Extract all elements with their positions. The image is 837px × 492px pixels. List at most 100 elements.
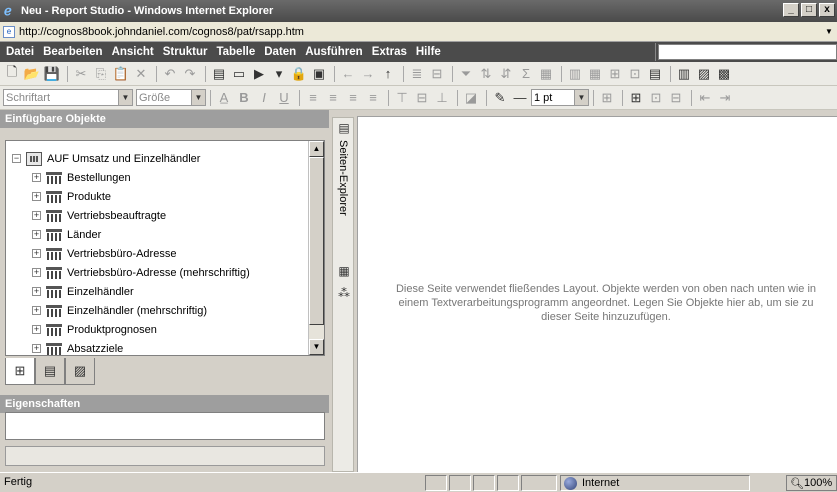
sort2-icon[interactable]: ⇵ — [497, 65, 515, 83]
tab-toolbox[interactable]: ▨ — [65, 358, 95, 385]
tree-root[interactable]: − AUF Umsatz und Einzelhändler — [12, 149, 200, 168]
swap-icon[interactable]: ⊞ — [606, 65, 624, 83]
tree-scrollbar[interactable]: ▲ ▼ — [308, 141, 324, 355]
filter-icon[interactable]: ⏷ — [457, 65, 475, 83]
merge-cells-icon[interactable]: ⊡ — [647, 89, 665, 107]
expand-icon[interactable]: + — [32, 306, 41, 315]
menu-ausfuehren[interactable]: Ausführen — [305, 46, 363, 58]
more-icon[interactable]: ▩ — [715, 65, 733, 83]
border-icon[interactable]: ⊞ — [598, 89, 616, 107]
delete-icon[interactable]: ✕ — [132, 65, 150, 83]
expand-icon[interactable]: + — [32, 325, 41, 334]
zoom-control[interactable]: 🔍︎ 100% — [786, 475, 837, 491]
menu-ansicht[interactable]: Ansicht — [112, 46, 154, 58]
line-style-icon[interactable]: — — [511, 89, 529, 107]
view-xml-icon[interactable]: ▭ — [230, 65, 248, 83]
new-icon[interactable]: 🗋 — [3, 64, 21, 83]
sum-icon[interactable]: Σ — [517, 65, 535, 83]
split-cells-icon[interactable]: ⊟ — [667, 89, 685, 107]
expand-icon[interactable]: + — [32, 287, 41, 296]
crosstab-icon[interactable]: ▦ — [586, 65, 604, 83]
properties-list[interactable] — [5, 412, 325, 440]
tree-item[interactable]: + Einzelhändler (mehrschriftig) — [32, 301, 207, 320]
sort-icon[interactable]: ⇅ — [477, 65, 495, 83]
report-canvas[interactable]: Diese Seite verwendet fließendes Layout.… — [357, 116, 837, 472]
copy-icon[interactable]: ⎘ — [92, 65, 110, 83]
address-dropdown-icon[interactable]: ▼ — [823, 25, 835, 38]
tree-item[interactable]: + Einzelhändler — [32, 282, 134, 301]
collapse-icon[interactable]: − — [12, 154, 21, 163]
chevron-down-icon[interactable]: ▼ — [191, 90, 205, 105]
scroll-up-icon[interactable]: ▲ — [309, 141, 324, 157]
save-icon[interactable]: 💾 — [43, 65, 61, 83]
close-button[interactable]: x — [819, 3, 835, 17]
expand-icon[interactable]: + — [32, 344, 41, 353]
justify-icon[interactable]: ≡ — [364, 89, 382, 107]
tree-item[interactable]: + Länder — [32, 225, 101, 244]
address-bar[interactable]: e http://cognos8book.johndaniel.com/cogn… — [0, 22, 837, 42]
align-left-icon[interactable]: ≡ — [304, 89, 322, 107]
address-url[interactable]: http://cognos8book.johndaniel.com/cognos… — [19, 26, 304, 38]
italic-icon[interactable]: I — [255, 89, 273, 107]
expand-icon[interactable]: + — [32, 173, 41, 182]
page-layout-icon[interactable]: ▣ — [310, 65, 328, 83]
expand-icon[interactable]: + — [32, 230, 41, 239]
chart-type-icon[interactable]: ▦ — [537, 65, 555, 83]
menu-struktur[interactable]: Struktur — [163, 46, 208, 58]
font-family-select[interactable]: Schriftart ▼ — [3, 89, 133, 106]
run-options-dropdown-icon[interactable]: ▾ — [270, 65, 288, 83]
line-width-select[interactable]: 1 pt ▼ — [531, 89, 589, 106]
forward-icon[interactable]: → — [359, 65, 377, 83]
maximize-button[interactable]: □ — [801, 3, 817, 17]
page-explorer-label[interactable]: Seiten-Explorer — [337, 140, 349, 216]
format-icon[interactable]: ▤ — [646, 65, 664, 83]
scroll-thumb[interactable] — [309, 157, 324, 325]
chart-icon[interactable]: ▥ — [675, 65, 693, 83]
align-right-icon[interactable]: ≡ — [344, 89, 362, 107]
underline-icon[interactable]: U — [275, 89, 293, 107]
view-sql-icon[interactable]: ▤ — [210, 65, 228, 83]
page-explorer-icon[interactable]: ▤ — [336, 121, 352, 137]
cut-icon[interactable]: ✂ — [72, 65, 90, 83]
run-report-icon[interactable]: ▶ — [250, 65, 268, 83]
font-color-icon[interactable]: A̲ — [215, 89, 233, 107]
tree-item[interactable]: + Vertriebsbüro-Adresse — [32, 244, 176, 263]
valign-bottom-icon[interactable]: ⊥ — [433, 89, 451, 107]
font-size-select[interactable]: Größe ▼ — [136, 89, 206, 106]
menu-extras[interactable]: Extras — [372, 46, 407, 58]
group-icon[interactable]: ≣ — [408, 65, 426, 83]
expand-icon[interactable]: + — [32, 192, 41, 201]
tree-item[interactable]: + Produktprognosen — [32, 320, 157, 339]
list-icon[interactable]: ▥ — [566, 65, 584, 83]
indent-icon[interactable]: ⇤ — [696, 89, 714, 107]
menu-tabelle[interactable]: Tabelle — [216, 46, 255, 58]
lock-icon[interactable]: 🔒 — [290, 65, 308, 83]
tab-data-items[interactable]: ▤ — [35, 358, 65, 385]
open-icon[interactable]: 📂 — [23, 65, 41, 83]
valign-middle-icon[interactable]: ⊟ — [413, 89, 431, 107]
expand-icon[interactable]: + — [32, 249, 41, 258]
paste-icon[interactable]: 📋 — [112, 65, 130, 83]
layout-icon[interactable]: ▨ — [695, 65, 713, 83]
pivot-icon[interactable]: ⊡ — [626, 65, 644, 83]
tree-item[interactable]: + Absatzziele — [32, 339, 123, 358]
menu-bearbeiten[interactable]: Bearbeiten — [43, 46, 102, 58]
expand-icon[interactable]: + — [32, 268, 41, 277]
table-icon[interactable]: ⊞ — [627, 89, 645, 107]
up-icon[interactable]: ↑ — [379, 65, 397, 83]
chevron-down-icon[interactable]: ▼ — [118, 90, 132, 105]
tree-item[interactable]: + Vertriebsbüro-Adresse (mehrschriftig) — [32, 263, 250, 282]
menu-datei[interactable]: Datei — [6, 46, 34, 58]
undo-icon[interactable]: ↶ — [161, 65, 179, 83]
tree-item[interactable]: + Vertriebsbeauftragte — [32, 206, 166, 225]
line-color-icon[interactable]: ✎ — [491, 89, 509, 107]
tree-item[interactable]: + Produkte — [32, 187, 111, 206]
menu-hilfe[interactable]: Hilfe — [416, 46, 441, 58]
menu-daten[interactable]: Daten — [264, 46, 296, 58]
align-center-icon[interactable]: ≡ — [324, 89, 342, 107]
expand-icon[interactable]: + — [32, 211, 41, 220]
redo-icon[interactable]: ↷ — [181, 65, 199, 83]
chevron-down-icon[interactable]: ▼ — [574, 90, 588, 105]
scroll-down-icon[interactable]: ▼ — [309, 339, 324, 355]
query-explorer-icon[interactable]: ▦ — [336, 264, 352, 280]
